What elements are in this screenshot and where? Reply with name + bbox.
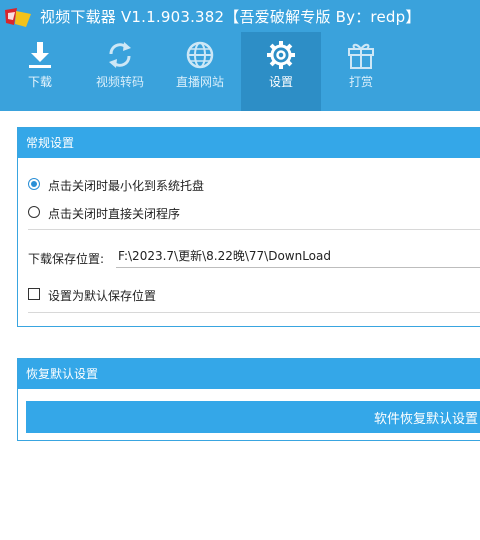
convert-icon <box>109 42 131 68</box>
default-save-option[interactable]: 设置为默认保存位置 <box>28 286 328 304</box>
restore-defaults-button[interactable]: 软件恢复默认设置 <box>26 401 480 433</box>
radio-exit-label: 点击关闭时直接关闭程序 <box>48 207 181 221</box>
save-path-input[interactable] <box>116 244 480 268</box>
tab-convert-label: 视频转码 <box>95 75 144 89</box>
radio-exit[interactable] <box>28 206 40 218</box>
tab-download[interactable]: 下载 <box>0 32 80 111</box>
tab-convert[interactable]: 视频转码 <box>80 32 160 111</box>
tab-download-label: 下载 <box>27 75 52 89</box>
title-bar: 视频下载器 V1.1.903.382【吾爱破解专版 By：redp】 <box>0 0 480 32</box>
radio-minimize-label: 点击关闭时最小化到系统托盘 <box>48 179 205 193</box>
general-settings-heading: 常规设置 <box>18 128 480 158</box>
tab-donate-label: 打赏 <box>348 75 373 89</box>
tab-settings[interactable]: 设置 <box>241 32 321 111</box>
main-nav: 下载 视频转码 直播网站 设置 打赏 <box>0 32 480 111</box>
close-option-minimize[interactable]: 点击关闭时最小化到系统托盘 <box>28 176 328 194</box>
divider <box>28 312 480 313</box>
tab-live-sites-label: 直播网站 <box>175 75 224 89</box>
default-save-checkbox[interactable] <box>28 288 40 300</box>
app-header: 视频下载器 V1.1.903.382【吾爱破解专版 By：redp】 下载 视频… <box>0 0 480 111</box>
save-path-label: 下载保存位置: <box>28 252 105 266</box>
radio-minimize[interactable] <box>28 178 40 190</box>
restore-panel: 恢复默认设置 软件恢复默认设置 <box>17 358 480 441</box>
gear-icon <box>267 41 295 69</box>
download-icon <box>29 42 51 68</box>
tab-settings-label: 设置 <box>268 75 293 89</box>
tab-live-sites[interactable]: 直播网站 <box>160 32 240 111</box>
general-settings-panel: 常规设置 点击关闭时最小化到系统托盘 点击关闭时直接关闭程序 下载保存位置: 设… <box>17 127 480 327</box>
restore-heading: 恢复默认设置 <box>18 359 480 389</box>
window-title: 视频下载器 V1.1.903.382【吾爱破解专版 By：redp】 <box>40 8 421 26</box>
default-save-checkbox-label: 设置为默认保存位置 <box>48 289 157 303</box>
divider <box>28 229 480 230</box>
tab-donate[interactable]: 打赏 <box>321 32 401 111</box>
close-option-exit[interactable]: 点击关闭时直接关闭程序 <box>28 204 328 222</box>
gift-icon <box>348 43 374 69</box>
globe-icon <box>186 41 214 69</box>
app-logo-icon <box>5 8 31 27</box>
